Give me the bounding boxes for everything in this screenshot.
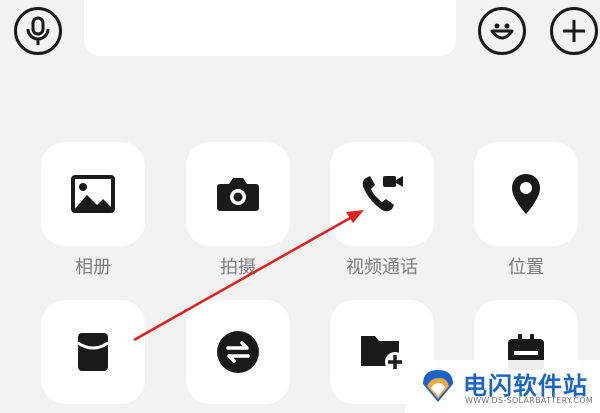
- watermark: 电闪软件站 WWW.DS-SOLARBATTERY.COM: [405, 360, 600, 413]
- watermark-subtitle: WWW.DS-SOLARBATTERY.COM: [465, 396, 594, 405]
- brand-logo-icon: [423, 370, 453, 402]
- annotation-arrow: [133, 210, 364, 342]
